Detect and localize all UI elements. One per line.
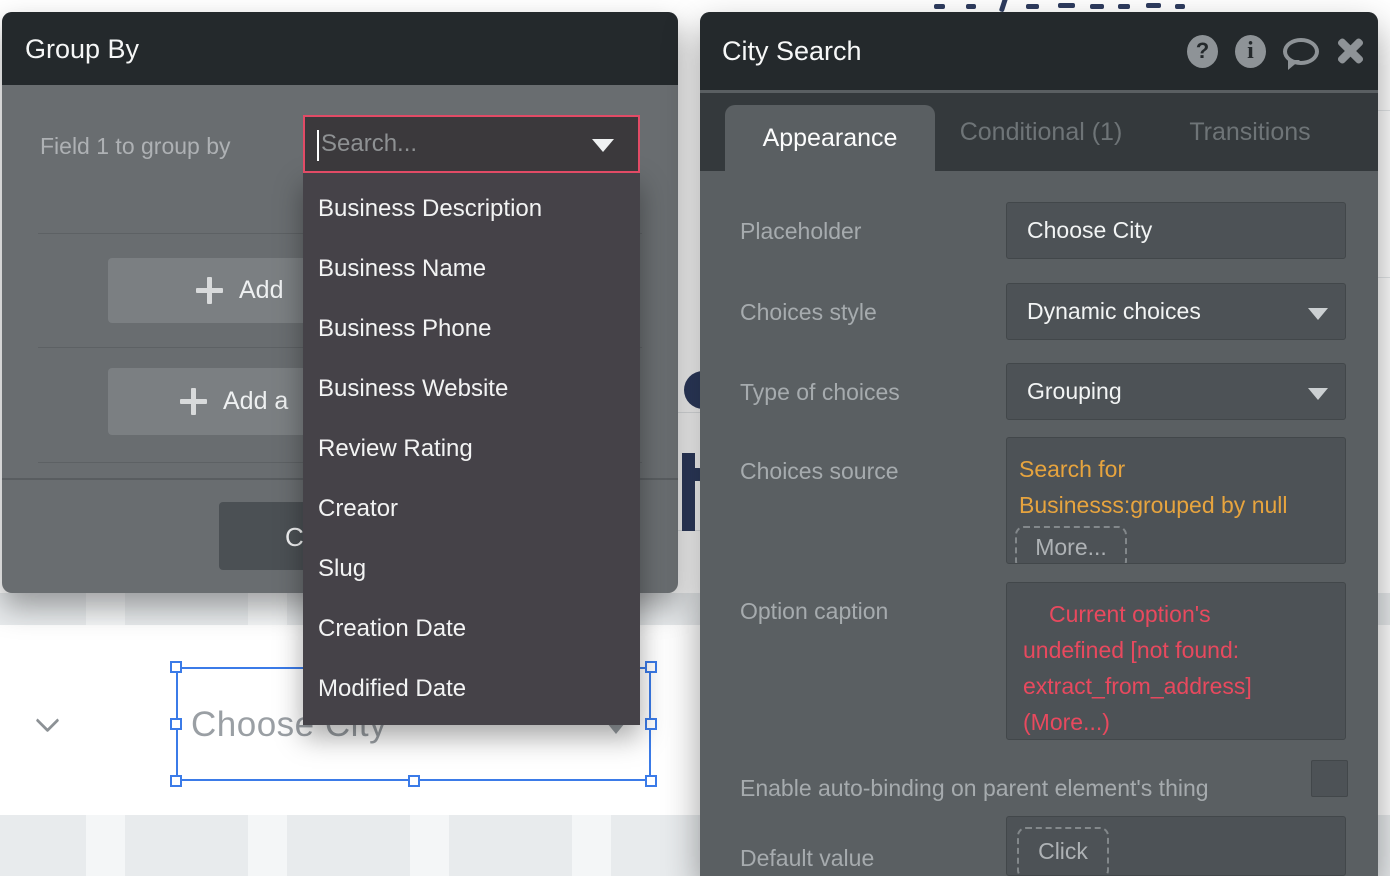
close-icon[interactable] (1336, 37, 1364, 65)
type-of-choices-value: Grouping (1027, 378, 1122, 404)
selection-handle[interactable] (645, 775, 657, 787)
collapse-chevron-icon[interactable] (35, 708, 60, 733)
plus-icon (196, 277, 223, 304)
popup-title: Group By (25, 34, 140, 64)
type-of-choices-label: Type of choices (740, 379, 900, 405)
choices-style-value: Dynamic choices (1027, 298, 1201, 324)
dropdown-caret-icon[interactable] (592, 139, 614, 152)
add-field-button-label: Add (239, 276, 284, 304)
dropdown-option[interactable]: Slug (303, 539, 640, 599)
field-1-label: Field 1 to group by (40, 133, 231, 159)
choices-source-label: Choices source (740, 458, 899, 484)
expression-error-text: Current option's (1049, 601, 1211, 627)
more-button[interactable]: More... (1015, 526, 1127, 563)
option-caption-expression[interactable]: Current option's undefined [not found: e… (1006, 582, 1346, 740)
info-icon[interactable]: i (1235, 34, 1266, 68)
group-by-popup-header: Group By (2, 12, 678, 85)
tab-transitions[interactable]: Transitions (1155, 93, 1345, 171)
search-input[interactable] (319, 123, 589, 165)
selection-handle[interactable] (645, 661, 657, 673)
canvas-section-line (1378, 277, 1390, 278)
canvas-section-line (678, 412, 700, 413)
chevron-down-icon (1308, 308, 1328, 320)
field-dropdown-list: Business Description Business Name Busin… (303, 173, 640, 725)
expression-error-text: (More...) (1023, 709, 1110, 735)
header-icon-group: ? i (1187, 12, 1364, 90)
choices-style-select[interactable]: Dynamic choices (1006, 283, 1346, 340)
city-search-popup-header: City Search ? i (700, 12, 1378, 90)
comment-icon[interactable] (1283, 37, 1319, 70)
canvas-section-line (1378, 110, 1390, 111)
option-caption-label: Option caption (740, 598, 889, 624)
default-value-label: Default value (740, 845, 875, 871)
field-search-combobox[interactable] (303, 115, 640, 173)
tab-conditional[interactable]: Conditional (1) (946, 93, 1136, 171)
expression-text: Search for (1019, 456, 1126, 482)
click-button[interactable]: Click (1017, 827, 1109, 875)
chevron-down-icon (1308, 388, 1328, 400)
selection-handle[interactable] (170, 775, 182, 787)
add-another-button-label: Add a (223, 387, 289, 415)
selection-handle[interactable] (408, 775, 420, 787)
dropdown-option[interactable]: Modified Date (303, 659, 640, 719)
placeholder-label: Placeholder (740, 218, 862, 244)
selection-handle[interactable] (170, 718, 182, 730)
expression-error-text: extract_from_address] (1023, 673, 1252, 699)
help-icon[interactable]: ? (1187, 34, 1218, 68)
selection-handle[interactable] (645, 718, 657, 730)
expression-error-text: undefined [not found: (1023, 637, 1240, 663)
bubble-editor-canvas: Choose City Group By Field 1 to group by… (0, 0, 1390, 876)
auto-binding-label: Enable auto-binding on parent element's … (740, 775, 1209, 801)
default-value-field: Click (1006, 816, 1346, 876)
dropdown-option[interactable]: Creation Date (303, 599, 640, 659)
dropdown-option[interactable]: Business Description (303, 179, 640, 239)
city-search-popup: City Search ? i Appearance Conditional (… (700, 12, 1378, 876)
selection-handle[interactable] (170, 661, 182, 673)
dropdown-option[interactable]: Review Rating (303, 419, 640, 479)
popup-title: City Search (722, 36, 862, 66)
tab-bar: Appearance Conditional (1) Transitions (700, 93, 1378, 171)
expression-text: Businesss:grouped by null (1019, 492, 1288, 518)
type-of-choices-select[interactable]: Grouping (1006, 363, 1346, 420)
dropdown-option[interactable]: Creator (303, 479, 640, 539)
plus-icon (180, 388, 207, 415)
dropdown-option[interactable]: Business Name (303, 239, 640, 299)
auto-binding-checkbox[interactable] (1311, 760, 1348, 797)
dropdown-option[interactable]: Business Website (303, 359, 640, 419)
choices-style-label: Choices style (740, 299, 877, 325)
tab-appearance[interactable]: Appearance (725, 105, 935, 171)
choices-source-expression[interactable]: Search for Businesss:grouped by null Mor… (1006, 437, 1346, 564)
dropdown-option[interactable]: Business Phone (303, 299, 640, 359)
placeholder-input[interactable]: Choose City (1006, 202, 1346, 259)
